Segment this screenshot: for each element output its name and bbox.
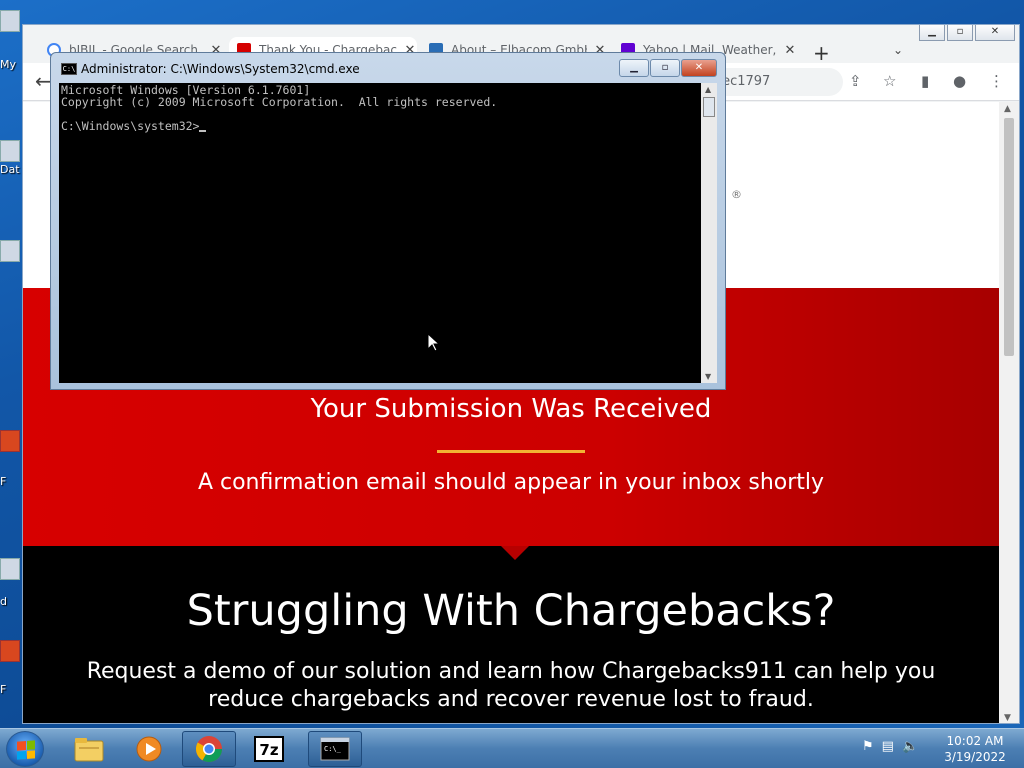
taskbar-explorer[interactable] — [62, 731, 116, 767]
scrollbar-thumb[interactable] — [1004, 118, 1014, 356]
minimize-button[interactable]: ▁ — [619, 59, 649, 77]
cmd-icon: C:\ — [61, 63, 77, 75]
desktop-icon-file[interactable] — [0, 240, 24, 264]
maximize-button[interactable]: ▫ — [650, 59, 680, 77]
action-center-flag-icon[interactable]: ⚑ — [862, 739, 874, 754]
start-button[interactable] — [6, 731, 44, 767]
windows-logo-icon — [17, 740, 35, 760]
clock-date: 3/19/2022 — [944, 750, 1006, 764]
scroll-down-icon[interactable]: ▼ — [1004, 713, 1011, 723]
desktop-icon-label[interactable]: F — [0, 475, 24, 488]
hero-title: Your Submission Was Received — [310, 394, 712, 424]
system-tray: ⚑ ▤ 🔈 — [862, 739, 918, 754]
desktop-icon-label[interactable]: d — [0, 595, 24, 608]
taskbar-chrome[interactable] — [182, 731, 236, 767]
menu-dots-icon[interactable]: ⋮ — [989, 72, 1004, 90]
media-player-icon — [136, 736, 162, 762]
cmd-scrollbar[interactable]: ▲ ▼ — [701, 83, 717, 383]
side-panel-icon[interactable]: ▮ — [921, 72, 929, 90]
console-prompt: C:\Windows\system32> — [61, 119, 200, 133]
desktop-icon-label[interactable]: My — [0, 58, 24, 71]
scroll-down-icon[interactable]: ▼ — [705, 372, 711, 381]
cmd-window-controls: ▁ ▫ ✕ — [619, 59, 717, 77]
desktop-icon-label[interactable]: F — [0, 683, 24, 696]
close-button[interactable]: ✕ — [681, 59, 717, 77]
chrome-icon — [195, 736, 223, 763]
taskbar-clock[interactable]: 10:02 AM 3/19/2022 — [940, 733, 1010, 765]
desktop-icon-data[interactable] — [0, 140, 24, 164]
desktop-icon-label[interactable]: Dat — [0, 163, 24, 176]
page-scrollbar[interactable]: ▲ ▼ — [999, 102, 1019, 723]
console-prompt-line: C:\Windows\system32> — [61, 120, 699, 132]
taskbar-media-player[interactable] — [122, 731, 176, 767]
hero-subtitle: A confirmation email should appear in yo… — [197, 470, 825, 495]
volume-icon[interactable]: 🔈 — [902, 739, 918, 754]
7zip-icon: 7z — [254, 736, 284, 762]
text-cursor — [199, 130, 207, 132]
bookmark-star-icon[interactable]: ☆ — [883, 72, 896, 90]
cmd-titlebar[interactable]: C:\ Administrator: C:\Windows\System32\c… — [51, 53, 725, 81]
cta-title: Struggling With Chargebacks? — [186, 586, 836, 636]
cmd-title: Administrator: C:\Windows\System32\cmd.e… — [81, 62, 360, 76]
taskbar-7zip[interactable]: 7z — [242, 731, 296, 767]
scroll-up-icon[interactable]: ▲ — [1004, 104, 1011, 114]
desktop-icon-file-red[interactable] — [0, 640, 24, 664]
hero-divider — [437, 450, 585, 453]
cta-body: Request a demo of our solution and learn… — [86, 659, 936, 712]
scrollbar-thumb[interactable] — [703, 97, 715, 117]
profile-avatar-icon[interactable]: ● — [953, 72, 966, 90]
svg-text:C:\_: C:\_ — [324, 745, 342, 753]
svg-text:7z: 7z — [259, 741, 278, 759]
cta-section: Struggling With Chargebacks? Request a d… — [23, 546, 999, 723]
console-line: Copyright (c) 2009 Microsoft Corporation… — [61, 95, 498, 109]
close-tab-icon[interactable]: ✕ — [783, 43, 797, 58]
taskbar: 7z C:\_ ⚑ ▤ 🔈 10:02 AM 3/19/2022 — [0, 728, 1024, 768]
section-pointer — [501, 546, 529, 560]
scroll-up-icon[interactable]: ▲ — [705, 85, 711, 94]
desktop-icon-file-red[interactable] — [0, 430, 24, 454]
cmd-window: C:\ Administrator: C:\Windows\System32\c… — [50, 52, 726, 390]
desktop-icon-document[interactable] — [0, 558, 24, 582]
network-icon[interactable]: ▤ — [882, 739, 894, 754]
clock-time: 10:02 AM — [946, 734, 1004, 748]
registered-mark: ® — [731, 188, 742, 201]
tab-search-icon[interactable]: ⌄ — [893, 43, 903, 57]
explorer-icon — [74, 738, 104, 762]
new-tab-button[interactable]: + — [813, 41, 830, 65]
cmd-icon: C:\_ — [320, 737, 350, 761]
share-icon[interactable]: ⇪ — [849, 72, 862, 90]
desktop-icon-computer[interactable] — [0, 10, 24, 34]
cmd-console[interactable]: Microsoft Windows [Version 6.1.7601] Copy… — [59, 83, 701, 383]
taskbar-cmd[interactable]: C:\_ — [308, 731, 362, 767]
